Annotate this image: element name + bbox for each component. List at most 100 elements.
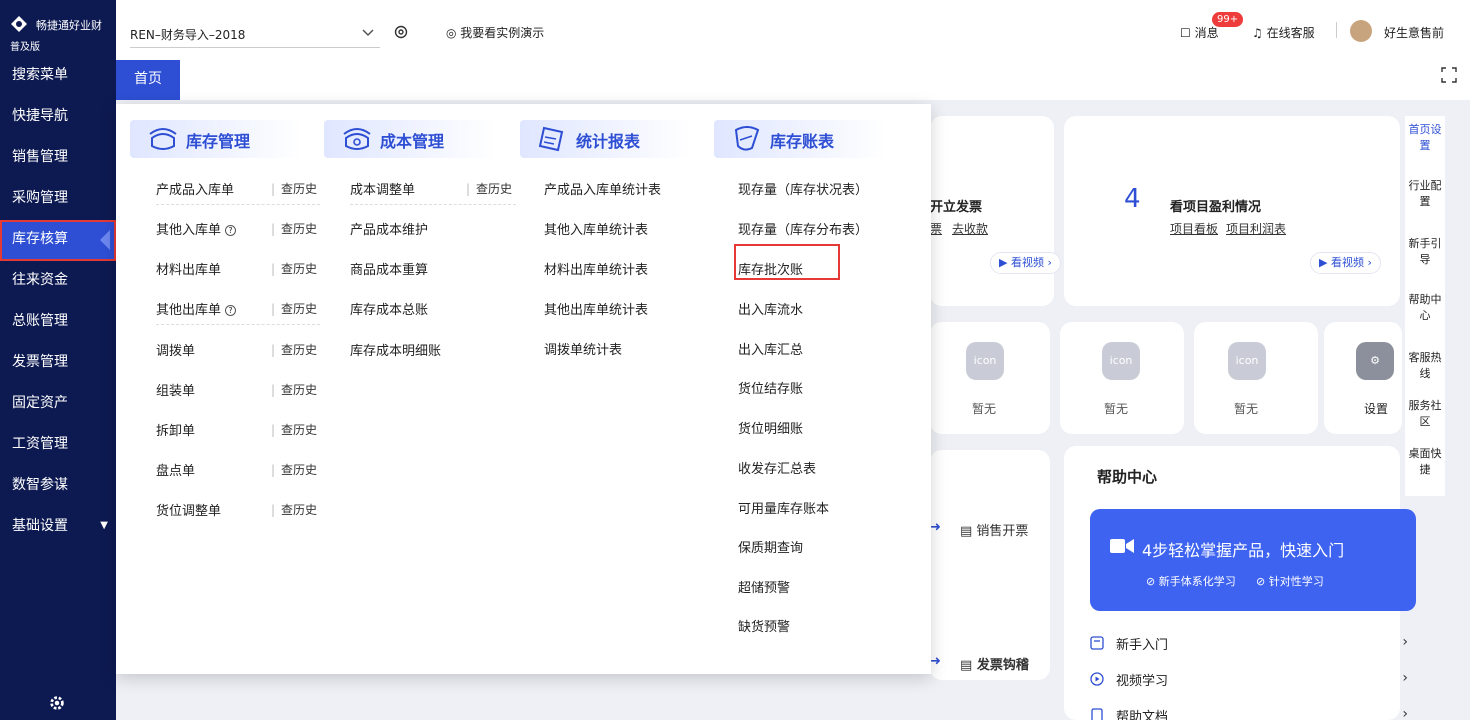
menu-item-receipt-issue-summary[interactable]: 收发存汇总表 <box>738 458 816 477</box>
quickstart-banner[interactable]: 4步轻松掌握产品，快速入门 ⊘ 新手体系化学习 ⊘ 针对性学习 <box>1090 509 1416 611</box>
sidebar-item-general-ledger[interactable]: 总账管理 <box>0 302 116 343</box>
menu-item-cost-detail-ledger[interactable]: 库存成本明细账 <box>350 340 441 359</box>
menu-item-transfer-stats[interactable]: 调拨单统计表 <box>544 339 622 358</box>
document-icon: ▤ <box>960 658 977 673</box>
menu-item-recalculate-cost[interactable]: 商品成本重算 <box>350 259 428 278</box>
project-board-link[interactable]: 项目看板 <box>1170 220 1218 237</box>
help-link-label: 新手入门 <box>1116 638 1169 653</box>
sales-invoice-flow-item[interactable]: ▤ 销售开票 <box>960 520 1028 539</box>
menu-item-disassembly[interactable]: 拆卸单 <box>156 420 195 439</box>
help-link-video[interactable]: 视频学习 › <box>1090 670 1420 690</box>
tab-home[interactable]: 首页 <box>116 60 180 100</box>
demo-link[interactable]: ◎ 我要看实例演示 <box>446 24 544 41</box>
sidebar-item-receivables[interactable]: 往来资金 <box>0 261 116 302</box>
rail-industry-config[interactable]: 行业配置 <box>1405 178 1445 210</box>
project-profit-link[interactable]: 项目利润表 <box>1226 220 1286 237</box>
messages-button[interactable]: ☐ 消息 <box>1180 24 1219 41</box>
menu-item-location-detail[interactable]: 货位明细账 <box>738 418 803 437</box>
menu-item-product-cost-maintenance[interactable]: 产品成本维护 <box>350 219 428 238</box>
help-link-docs[interactable]: 帮助文档 › <box>1090 706 1420 720</box>
settings-tile[interactable]: ⚙ 设置 <box>1324 322 1402 434</box>
menu-item-location-balance[interactable]: 货位结存账 <box>738 378 803 397</box>
rail-service-hotline[interactable]: 客服热线 <box>1405 350 1445 382</box>
step4-video-button[interactable]: ▶ 看视频 › <box>1310 252 1381 274</box>
tile-label: 暂无 <box>1234 402 1259 416</box>
document-icon <box>1091 708 1103 720</box>
rail-service-community[interactable]: 服务社区 <box>1405 398 1445 430</box>
step3-link-a[interactable]: 票 <box>930 220 942 237</box>
menu-item-overstock-alert[interactable]: 超储预警 <box>738 577 790 596</box>
sidebar-item-quick-nav[interactable]: 快捷导航 <box>0 97 116 138</box>
edition-label: 普及版 <box>10 42 40 53</box>
placeholder-icon: icon <box>1228 342 1266 380</box>
menu-item-available-stock-ledger[interactable]: 可用量库存账本 <box>738 498 829 517</box>
rail-beginner-guide[interactable]: 新手引导 <box>1405 236 1445 268</box>
header-divider <box>1336 22 1337 38</box>
menu-item-inout-summary[interactable]: 出入库汇总 <box>738 339 803 358</box>
menu-item-other-issue[interactable]: 其他出库单? <box>156 299 237 318</box>
step3-video-button[interactable]: ▶ 看视频 › <box>990 252 1061 274</box>
sidebar-item-inventory-accounting[interactable]: 库存核算 <box>0 220 116 261</box>
sidebar-item-payroll[interactable]: 工资管理 <box>0 425 116 466</box>
menu-item-other-issue-stats[interactable]: 其他出库单统计表 <box>544 299 648 318</box>
menu-item-shortage-alert[interactable]: 缺货预警 <box>738 616 790 635</box>
sidebar-item-purchase[interactable]: 采购管理 <box>0 179 116 220</box>
menu-column-title: 库存账表 <box>770 132 835 151</box>
menu-item-location-adjust[interactable]: 货位调整单 <box>156 500 221 519</box>
help-circle-icon[interactable]: ? <box>225 305 237 316</box>
menu-item-other-receipt-stats[interactable]: 其他入库单统计表 <box>544 219 648 238</box>
avatar[interactable] <box>1350 20 1372 42</box>
menu-item-finished-goods-receipt[interactable]: 产成品入库单 <box>156 179 234 198</box>
settings-label: 设置 <box>1364 402 1389 416</box>
menu-item-cost-general-ledger[interactable]: 库存成本总账 <box>350 299 428 318</box>
step4-card: 4 看项目盈利情况 项目看板 项目利润表 ▶ 看视频 › <box>1064 116 1400 306</box>
menu-item-stocktake[interactable]: 盘点单 <box>156 460 195 479</box>
targeted-learning-link[interactable]: ⊘ 针对性学习 <box>1256 573 1324 589</box>
sidebar-item-search-menu[interactable]: 搜索菜单 <box>0 56 116 97</box>
sidebar-item-sales[interactable]: 销售管理 <box>0 138 116 179</box>
rail-home-settings[interactable]: 首页设置 <box>1405 122 1445 154</box>
sidebar-item-label: 总账管理 <box>12 313 68 329</box>
account-settings-icon[interactable] <box>393 24 409 40</box>
shortcut-tile-3[interactable]: icon 暂无 <box>1194 322 1318 434</box>
chevron-down-icon[interactable] <box>360 24 376 40</box>
gear-icon[interactable] <box>48 694 66 712</box>
account-selector[interactable]: REN–财务导入–2018 <box>130 26 245 43</box>
shortcut-tile-1[interactable]: icon 暂无 <box>930 322 1050 434</box>
rail-desktop-shortcut[interactable]: 桌面快捷 <box>1405 446 1445 478</box>
help-center-title: 帮助中心 <box>1097 468 1158 486</box>
brand-name: 畅捷通好业财 <box>36 19 102 32</box>
flow-label: 发票钩稽 <box>976 658 1029 673</box>
user-name[interactable]: 好生意售前 <box>1384 24 1444 41</box>
menu-item-transfer[interactable]: 调拨单 <box>156 340 195 359</box>
sidebar-item-invoice[interactable]: 发票管理 <box>0 343 116 384</box>
menu-item-material-issue-stats[interactable]: 材料出库单统计表 <box>544 259 648 278</box>
menu-item-inout-journal[interactable]: 出入库流水 <box>738 299 803 318</box>
menu-item-stock-status[interactable]: 现存量（库存状况表） <box>738 179 868 198</box>
sidebar-item-fixed-assets[interactable]: 固定资产 <box>0 384 116 425</box>
menu-item-finished-goods-stats[interactable]: 产成品入库单统计表 <box>544 179 661 198</box>
rail-help-center[interactable]: 帮助中心 <box>1405 292 1445 324</box>
menu-item-cost-adjustment[interactable]: 成本调整单 <box>350 179 415 198</box>
eye-icon: ◎ <box>446 26 461 40</box>
menu-item-shelf-life-query[interactable]: 保质期查询 <box>738 537 803 556</box>
step3-link-collect[interactable]: 去收款 <box>952 220 988 237</box>
arrow-right-icon: ➜ <box>930 654 941 669</box>
invoice-check-flow-item[interactable]: ▤ 发票钩稽 <box>960 654 1029 673</box>
menu-item-assembly[interactable]: 组装单 <box>156 380 195 399</box>
fullscreen-icon[interactable] <box>1440 66 1458 84</box>
menu-item-other-receipt[interactable]: 其他入库单? <box>156 219 237 238</box>
tile-label: 暂无 <box>972 402 997 416</box>
step4-number: 4 <box>1124 184 1141 214</box>
sidebar-item-smart-advisor[interactable]: 数智参谋 <box>0 466 116 507</box>
help-circle-icon[interactable]: ? <box>225 225 237 236</box>
online-service-button[interactable]: ♫ 在线客服 <box>1252 24 1315 41</box>
brand-logo[interactable]: 畅捷通好业财 普及版 <box>8 12 112 53</box>
sidebar-item-basic-settings[interactable]: 基础设置 ▼ <box>0 507 116 548</box>
shortcut-tile-2[interactable]: icon 暂无 <box>1060 322 1184 434</box>
menu-item-material-issue[interactable]: 材料出库单 <box>156 259 221 278</box>
menu-item-stock-distribution[interactable]: 现存量（库存分布表） <box>738 219 868 238</box>
beginner-learning-link[interactable]: ⊘ 新手体系化学习 <box>1146 573 1236 589</box>
help-link-beginner[interactable]: 新手入门 › <box>1090 634 1420 654</box>
menu-column-title: 统计报表 <box>576 132 641 151</box>
